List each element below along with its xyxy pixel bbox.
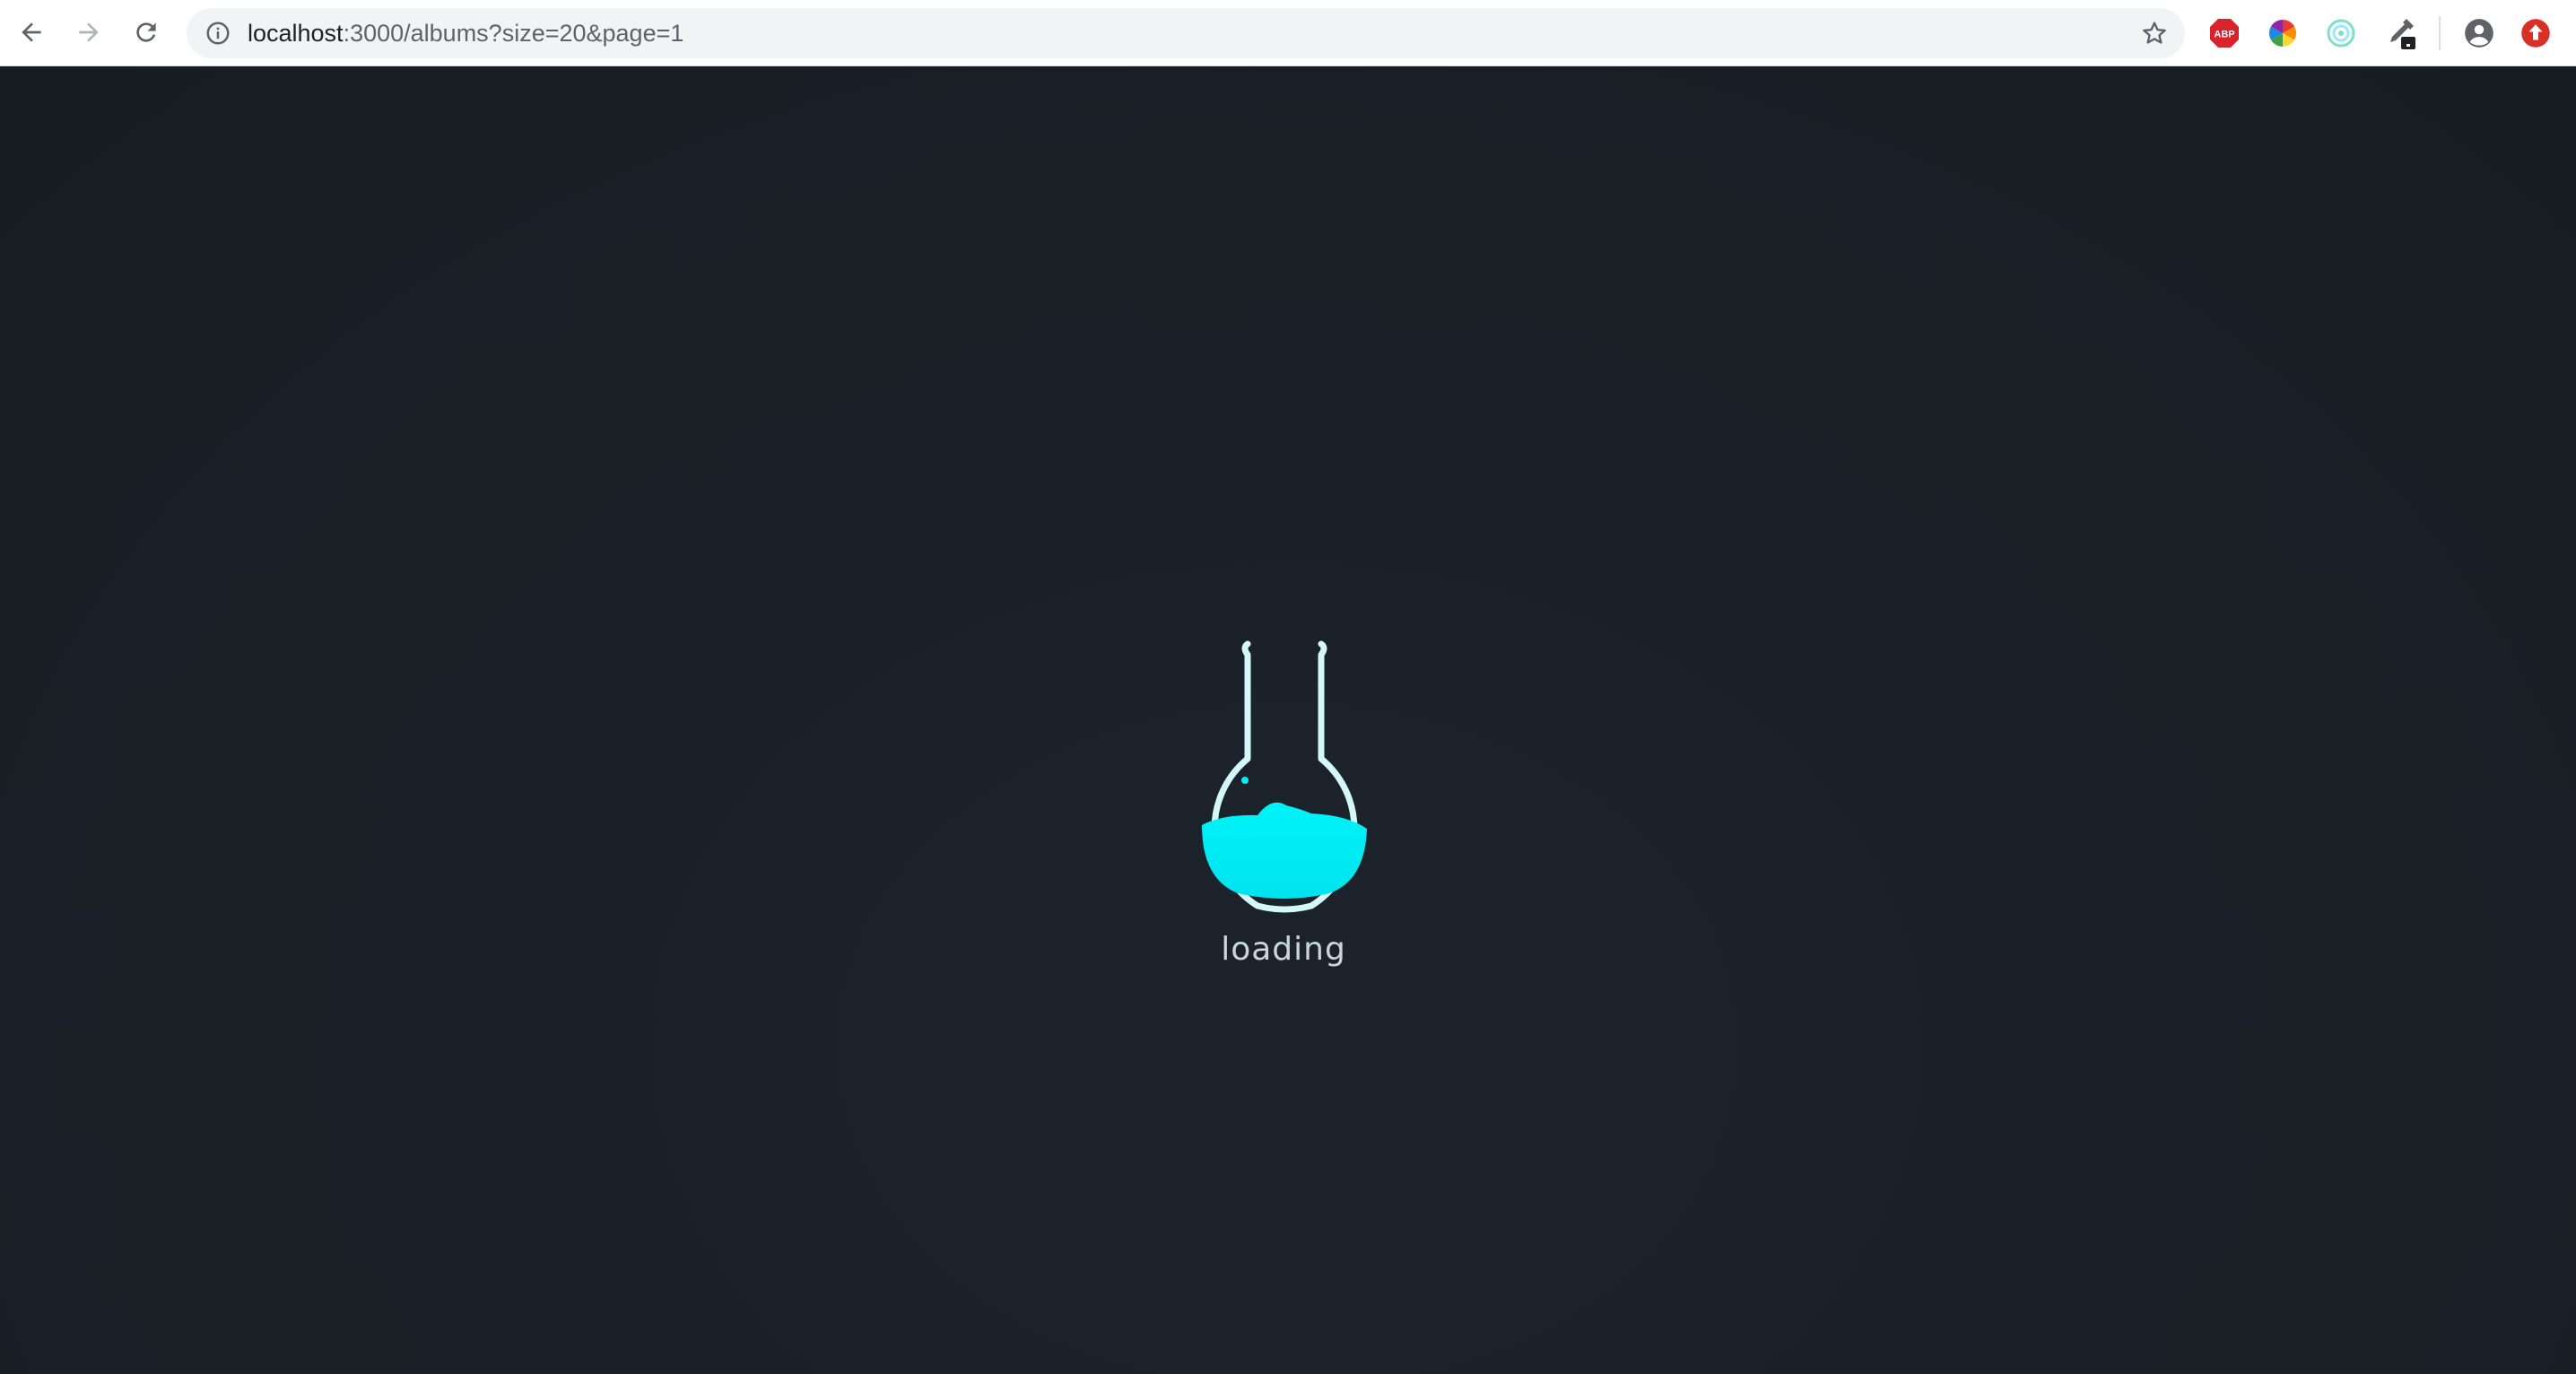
reload-button[interactable] [126,12,167,53]
adblock-plus-icon[interactable]: ABP [2206,15,2242,51]
toolbar-divider [2439,16,2441,50]
url-text[interactable]: localhost:3000/albums?size=20&page=1 [248,8,683,58]
eyedropper-icon[interactable] [2381,15,2417,51]
account-circle-icon[interactable] [2461,15,2497,51]
color-wheel-icon[interactable] [2265,15,2301,51]
spiral-icon[interactable] [2323,15,2359,51]
update-arrow-icon[interactable] [2518,15,2554,51]
back-button[interactable] [11,12,52,53]
info-icon[interactable] [205,20,231,47]
reload-icon [136,22,156,42]
star-icon[interactable] [2140,19,2169,48]
url-host: localhost [248,20,344,47]
address-bar[interactable]: localhost:3000/albums?size=20&page=1 [187,8,2185,58]
arrow-left-icon [22,22,41,42]
flask-icon [1202,640,1367,913]
forward-button[interactable] [68,12,109,53]
browser-toolbar: localhost:3000/albums?size=20&page=1 ABP [0,0,2576,66]
arrow-right-icon [79,22,99,42]
url-path: :3000/albums?size=20&page=1 [343,20,684,47]
adblock-label: ABP [2214,30,2234,40]
loading-label: loading [1221,931,1346,968]
